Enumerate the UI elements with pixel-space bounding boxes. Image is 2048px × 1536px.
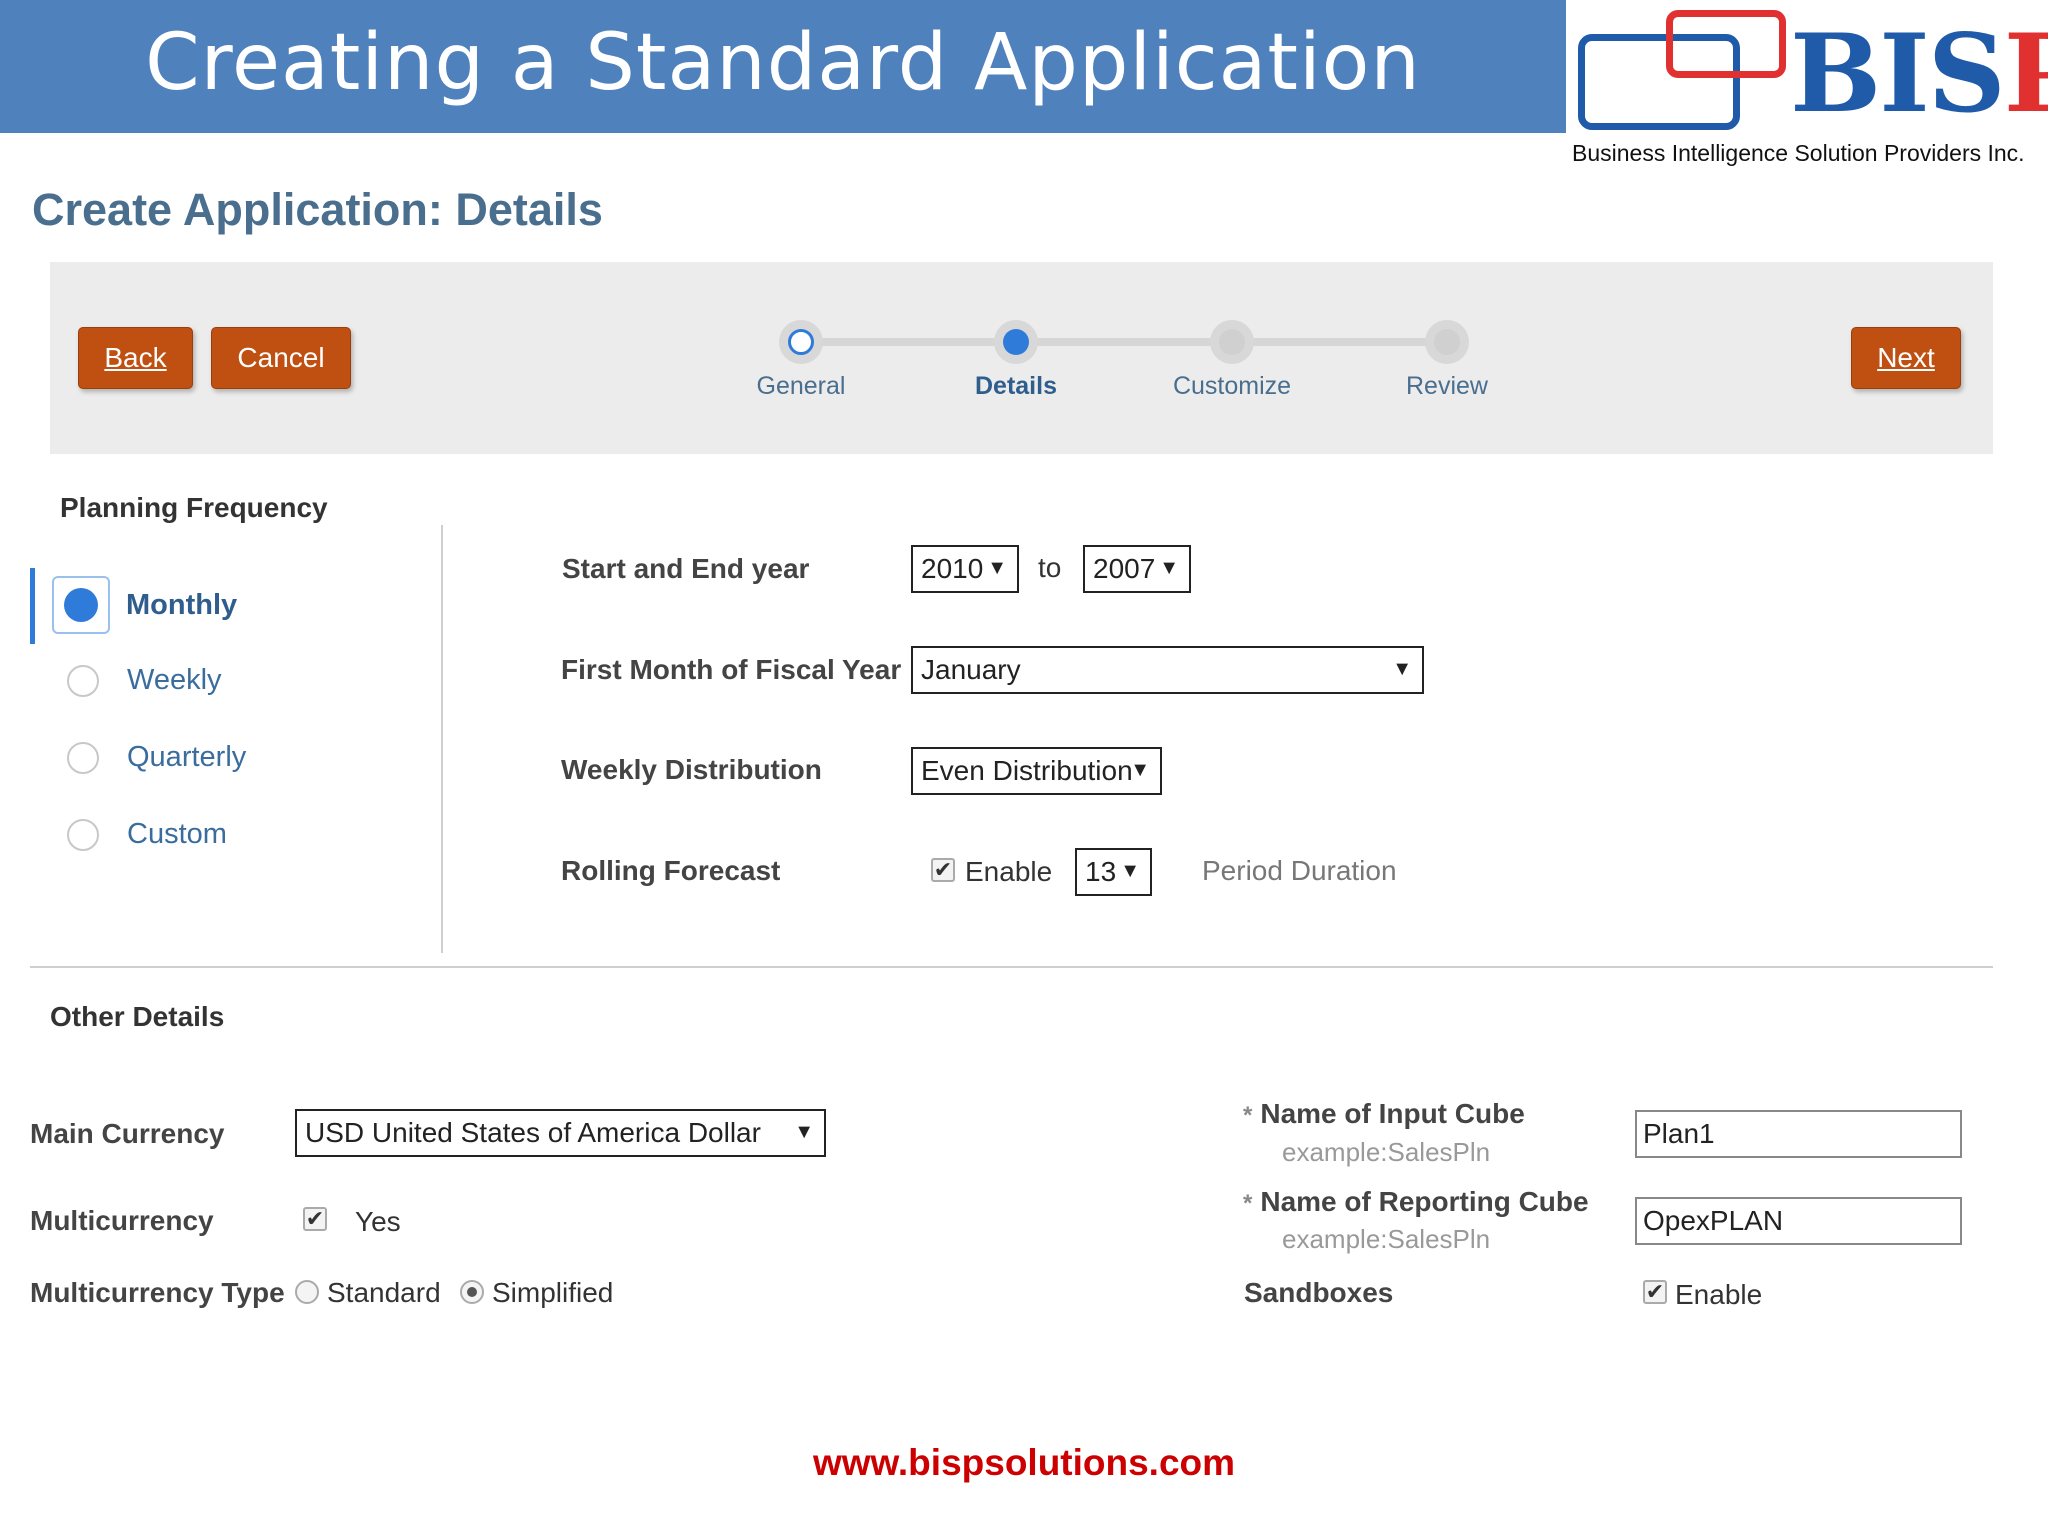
frequency-label-custom: Custom (127, 818, 227, 850)
start-end-year-label: Start and End year (562, 553, 810, 584)
mc-type-simplified-label: Simplified (492, 1277, 614, 1308)
back-button[interactable]: Back (78, 327, 193, 389)
step-customize-dot (1210, 320, 1254, 364)
step-review-dot (1425, 320, 1469, 364)
logo-wordmark: BISP (1790, 11, 2048, 137)
mc-type-standard-label: Standard (327, 1277, 441, 1308)
weekly-distribution-label: Weekly Distribution (561, 754, 822, 785)
fiscal-month-select[interactable]: January ▼ (911, 646, 1424, 694)
horizontal-divider (30, 966, 1993, 968)
chevron-down-icon: ▼ (987, 557, 1007, 579)
to-label: to (1038, 552, 1062, 583)
step-general-dot[interactable] (779, 320, 823, 364)
main-currency-select[interactable]: USD United States of America Dollar ▼ (295, 1109, 826, 1157)
chevron-down-icon: ▼ (1130, 759, 1150, 781)
multicurrency-yes-label: Yes (355, 1206, 401, 1237)
multicurrency-checkbox[interactable]: ✔ (303, 1207, 327, 1231)
end-year-select[interactable]: 2007 ▼ (1083, 545, 1191, 593)
frequency-option-monthly[interactable]: Monthly (52, 576, 238, 634)
logo-shape-red (1666, 10, 1786, 78)
radio-selected-icon[interactable] (52, 576, 110, 634)
frequency-label-weekly: Weekly (127, 664, 222, 696)
rolling-enable-label: Enable (965, 856, 1053, 887)
rolling-enable-checkbox[interactable]: ✔ (931, 858, 955, 882)
title-banner: Creating a Standard Application (0, 0, 1566, 133)
chevron-down-icon: ▼ (794, 1121, 814, 1143)
sandboxes-label: Sandboxes (1244, 1277, 1394, 1308)
bisp-logo: BISP Business Intelligence Solution Prov… (1570, 0, 2048, 175)
required-marker: * (1243, 1102, 1253, 1129)
mc-type-standard-radio[interactable] (295, 1280, 319, 1304)
mc-type-simplified-radio[interactable] (460, 1280, 484, 1304)
cancel-button[interactable]: Cancel (211, 327, 351, 389)
period-duration-label: Period Duration (1202, 855, 1397, 886)
vertical-divider (441, 525, 443, 953)
wizard-train: Back Cancel General Details Customize Re… (50, 262, 1993, 454)
frequency-option-weekly[interactable]: Weekly (54, 664, 222, 697)
frequency-option-custom[interactable]: Custom (54, 818, 227, 851)
radio-icon[interactable] (67, 818, 99, 851)
frequency-label-quarterly: Quarterly (127, 741, 247, 773)
main-currency-label: Main Currency (30, 1118, 225, 1149)
period-select[interactable]: 13 ▼ (1075, 848, 1152, 896)
step-details-label: Details (975, 372, 1057, 400)
frequency-label-monthly: Monthly (126, 588, 238, 621)
start-year-select[interactable]: 2010 ▼ (911, 545, 1019, 593)
frequency-option-quarterly[interactable]: Quarterly (54, 741, 246, 774)
chevron-down-icon: ▼ (1392, 658, 1412, 680)
weekly-distribution-select[interactable]: Even Distribution ▼ (911, 747, 1162, 795)
reporting-cube-label: * Name of Reporting Cube (1243, 1186, 1589, 1217)
chevron-down-icon: ▼ (1120, 860, 1140, 882)
multicurrency-type-label: Multicurrency Type (30, 1277, 285, 1308)
footer-website-link[interactable]: www.bispsolutions.com (0, 1442, 2048, 1484)
reporting-cube-example: example:SalesPln (1282, 1224, 1491, 1254)
step-customize-label: Customize (1172, 372, 1292, 400)
fiscal-month-label: First Month of Fiscal Year (561, 654, 902, 685)
other-details-heading: Other Details (50, 1001, 225, 1032)
radio-icon[interactable] (67, 664, 99, 697)
radio-icon[interactable] (67, 741, 99, 774)
page-title: Create Application: Details (32, 184, 603, 235)
input-cube-example: example:SalesPln (1282, 1137, 1491, 1167)
planning-frequency-heading: Planning Frequency (60, 492, 328, 523)
step-review-label: Review (1406, 372, 1488, 400)
chevron-down-icon: ▼ (1159, 557, 1179, 579)
input-cube-field[interactable]: Plan1 (1635, 1110, 1962, 1158)
banner-title: Creating a Standard Application (145, 18, 1421, 108)
required-marker: * (1243, 1190, 1253, 1217)
logo-subtitle: Business Intelligence Solution Providers… (1572, 140, 2025, 166)
rolling-forecast-label: Rolling Forecast (561, 855, 781, 886)
sandboxes-enable-label: Enable (1675, 1279, 1763, 1310)
train-track (800, 338, 1460, 346)
reporting-cube-field[interactable]: OpexPLAN (1635, 1197, 1962, 1245)
multicurrency-label: Multicurrency (30, 1205, 214, 1236)
step-details-dot (994, 320, 1038, 364)
input-cube-label: * Name of Input Cube (1243, 1098, 1525, 1129)
sandboxes-checkbox[interactable]: ✔ (1643, 1280, 1667, 1304)
next-button[interactable]: Next (1851, 327, 1961, 389)
step-general-label[interactable]: General (701, 372, 901, 401)
selected-indicator (30, 568, 35, 644)
